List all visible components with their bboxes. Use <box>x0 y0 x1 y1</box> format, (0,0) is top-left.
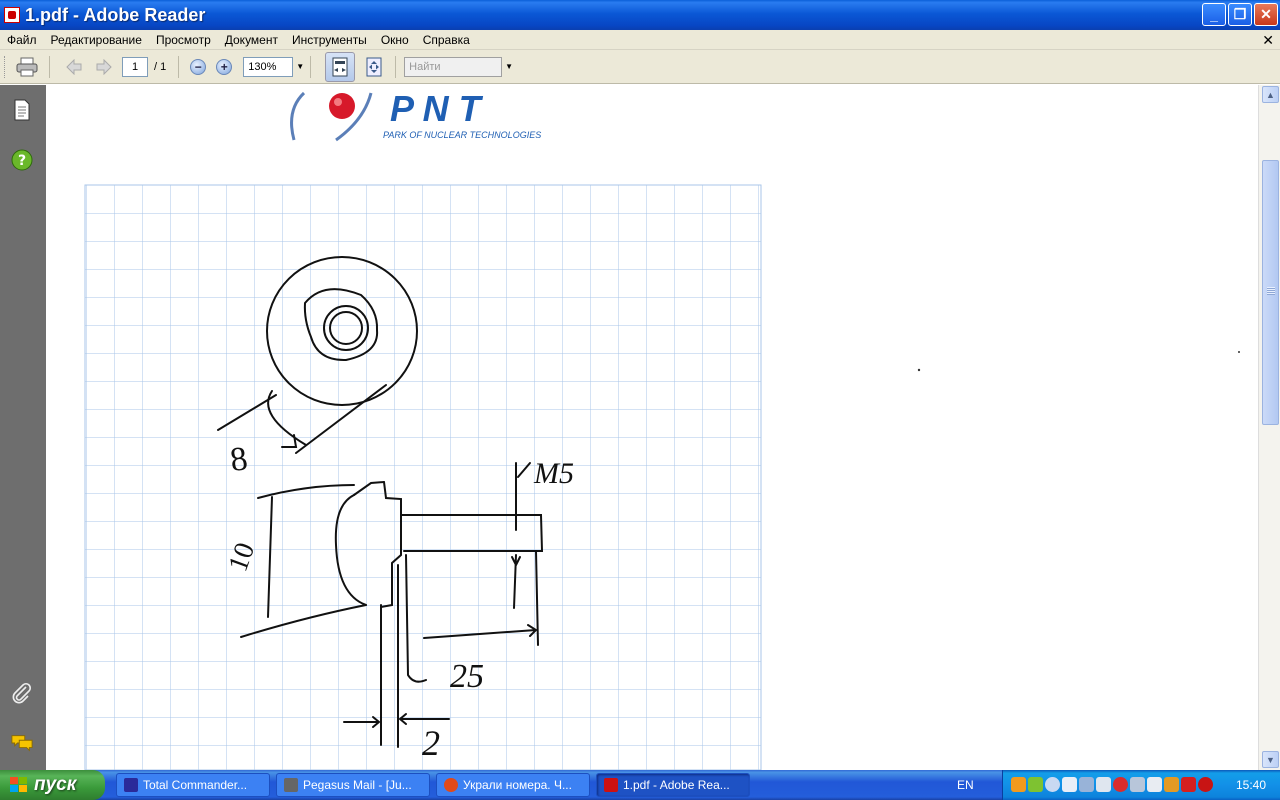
toolbar-separator <box>178 55 180 78</box>
task-label: 1.pdf - Adobe Rea... <box>623 778 730 792</box>
find-input[interactable]: Найти <box>404 56 503 77</box>
attachments-icon[interactable] <box>11 682 33 704</box>
language-indicator[interactable]: EN <box>957 778 974 792</box>
toolbar: 1 / 1 − + 130% ▼ Найти ▼ <box>0 50 1280 84</box>
dimension-length: 25 <box>450 658 484 695</box>
menu-window[interactable]: Окно <box>374 33 416 47</box>
tray-balloon-icon[interactable] <box>1045 777 1060 792</box>
tray-shield-icon[interactable] <box>1062 777 1077 792</box>
task-label: Pegasus Mail - [Ju... <box>303 778 412 792</box>
toolbar-separator <box>395 55 397 78</box>
logo-subtitle: PARK OF NUCLEAR TECHNOLOGIES <box>383 130 541 140</box>
window-controls: _ ❐ ✕ <box>1202 3 1278 26</box>
fit-page-button[interactable] <box>359 52 389 82</box>
task-adobe-reader[interactable]: 1.pdf - Adobe Rea... <box>596 773 750 797</box>
system-tray: 15:40 <box>1002 770 1280 800</box>
zoom-level-field[interactable]: 130% <box>243 56 294 77</box>
document-close-icon[interactable]: ✕ <box>1262 32 1274 49</box>
vertical-scrollbar[interactable]: ▲ ▼ <box>1258 85 1280 770</box>
zoom-dropdown-icon[interactable]: ▼ <box>296 62 304 71</box>
windows-flag-icon <box>10 777 28 793</box>
zoom-out-icon[interactable]: − <box>190 58 207 75</box>
tray-icons <box>1011 777 1213 792</box>
clock[interactable]: 15:40 <box>1236 778 1266 792</box>
floppy-icon <box>124 778 138 792</box>
taskbar: пуск Total Commander... Pegasus Mail - [… <box>0 770 1280 800</box>
task-pegasus-mail[interactable]: Pegasus Mail - [Ju... <box>276 773 430 797</box>
menu-bar: Файл Редактирование Просмотр Документ Ин… <box>0 30 1280 50</box>
task-browser[interactable]: Украли номера. Ч... <box>436 773 590 797</box>
zoom-in-icon[interactable]: + <box>216 58 233 75</box>
menu-file[interactable]: Файл <box>0 33 44 47</box>
toolbar-separator <box>49 55 50 78</box>
pdf-page: P N T PARK OF NUCLEAR TECHNOLOGIES 8 M5 … <box>84 88 1240 770</box>
svg-text:?: ? <box>18 153 26 169</box>
comments-icon[interactable] <box>11 732 33 754</box>
window-title: 1.pdf - Adobe Reader <box>25 4 206 25</box>
logo-text: P N T <box>390 88 484 129</box>
scroll-down-icon[interactable]: ▼ <box>1262 751 1279 768</box>
pages-icon[interactable] <box>11 99 33 121</box>
page-number-input[interactable]: 1 <box>122 56 148 77</box>
title-bar: 1.pdf - Adobe Reader _ ❐ ✕ <box>0 0 1280 30</box>
start-button[interactable]: пуск <box>0 770 105 800</box>
task-label: Total Commander... <box>143 778 248 792</box>
navigation-pane: ? <box>0 85 46 770</box>
toolbar-grip <box>4 55 7 78</box>
tray-antivirus-icon[interactable] <box>1113 777 1128 792</box>
scroll-up-icon[interactable]: ▲ <box>1262 86 1279 103</box>
menu-view[interactable]: Просмотр <box>149 33 218 47</box>
scroll-thumb[interactable] <box>1262 160 1279 425</box>
fit-width-button[interactable] <box>325 51 356 82</box>
task-label: Украли номера. Ч... <box>463 778 572 792</box>
tray-volume-icon[interactable] <box>1096 777 1111 792</box>
find-dropdown-icon[interactable]: ▼ <box>505 62 513 71</box>
help-icon[interactable]: ? <box>11 149 33 171</box>
menu-tools[interactable]: Инструменты <box>285 33 374 47</box>
dimension-thickness: 2 <box>422 723 440 763</box>
tray-n-icon[interactable] <box>1181 777 1196 792</box>
document-view[interactable]: P N T PARK OF NUCLEAR TECHNOLOGIES 8 M5 … <box>46 85 1258 770</box>
previous-page-icon[interactable] <box>62 55 86 79</box>
speck <box>1238 351 1240 353</box>
tray-update-icon[interactable] <box>1130 777 1145 792</box>
menu-document[interactable]: Документ <box>218 33 285 47</box>
dimension-thread: M5 <box>533 457 574 490</box>
close-button[interactable]: ✕ <box>1254 3 1278 26</box>
menu-edit[interactable]: Редактирование <box>44 33 149 47</box>
speck <box>917 368 921 372</box>
print-icon[interactable] <box>15 55 39 79</box>
tray-chat-icon[interactable] <box>1028 777 1043 792</box>
restore-button[interactable]: ❐ <box>1228 3 1252 26</box>
adobe-reader-icon <box>4 7 20 23</box>
graph-paper <box>84 184 762 770</box>
tray-battery-icon[interactable] <box>1164 777 1179 792</box>
tray-usb-icon[interactable] <box>1147 777 1162 792</box>
tray-app-icon[interactable] <box>1011 777 1026 792</box>
chrome-icon <box>444 778 458 792</box>
start-label: пуск <box>34 774 77 795</box>
pnt-logo: P N T PARK OF NUCLEAR TECHNOLOGIES <box>290 88 541 142</box>
menu-help[interactable]: Справка <box>416 33 477 47</box>
minimize-button[interactable]: _ <box>1202 3 1226 26</box>
page-total: / 1 <box>154 60 167 73</box>
task-total-commander[interactable]: Total Commander... <box>116 773 270 797</box>
pegasus-icon <box>284 778 298 792</box>
tray-flash-icon[interactable] <box>1198 777 1213 792</box>
toolbar-separator <box>310 55 312 78</box>
pdf-icon <box>604 778 618 792</box>
tray-network-icon[interactable] <box>1079 777 1094 792</box>
next-page-icon[interactable] <box>92 55 116 79</box>
